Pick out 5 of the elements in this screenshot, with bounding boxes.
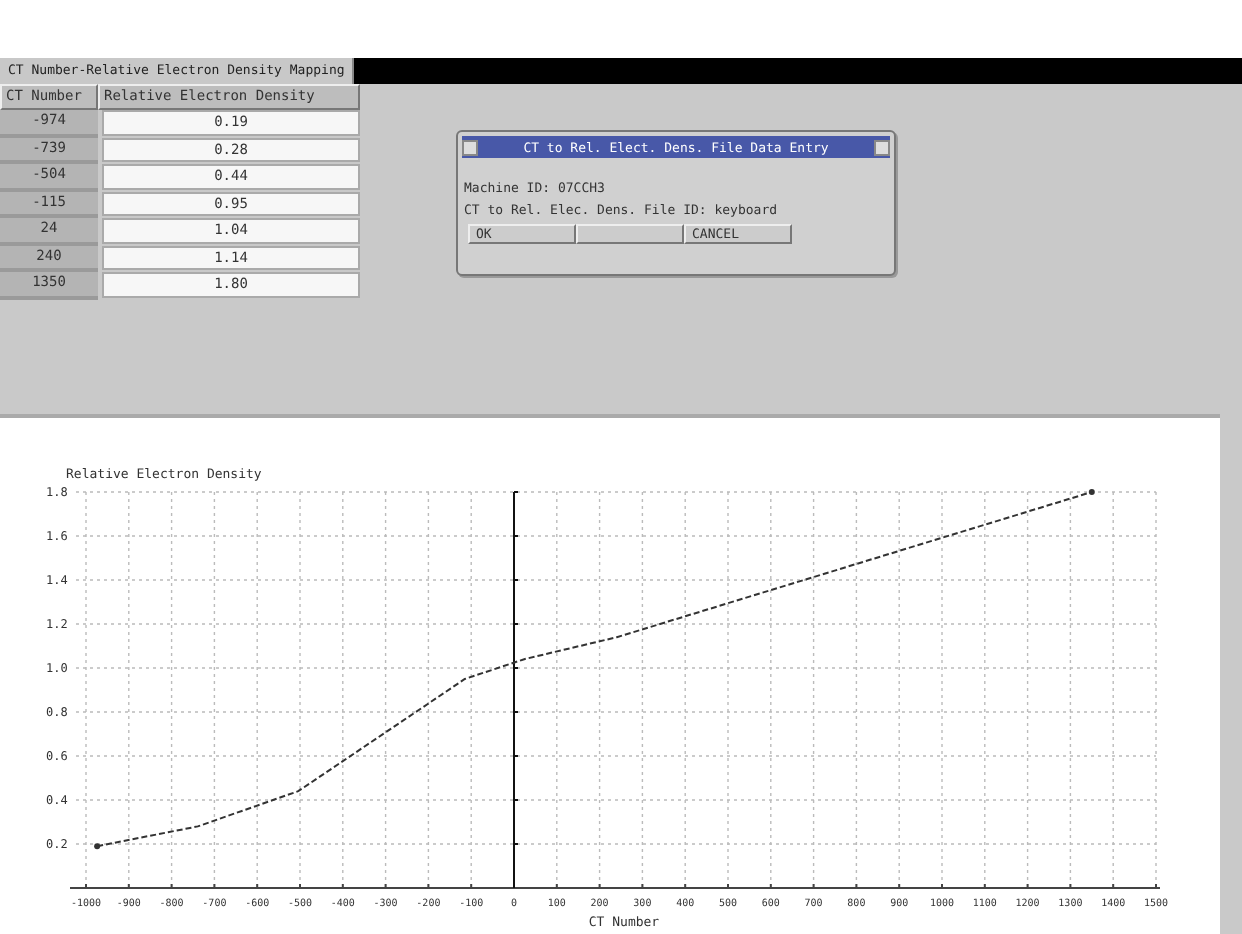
data-point <box>1088 489 1095 495</box>
blank-button[interactable] <box>576 224 684 244</box>
data-point <box>94 843 101 850</box>
menu-icon[interactable] <box>462 139 478 155</box>
maximize-icon[interactable] <box>874 139 890 155</box>
